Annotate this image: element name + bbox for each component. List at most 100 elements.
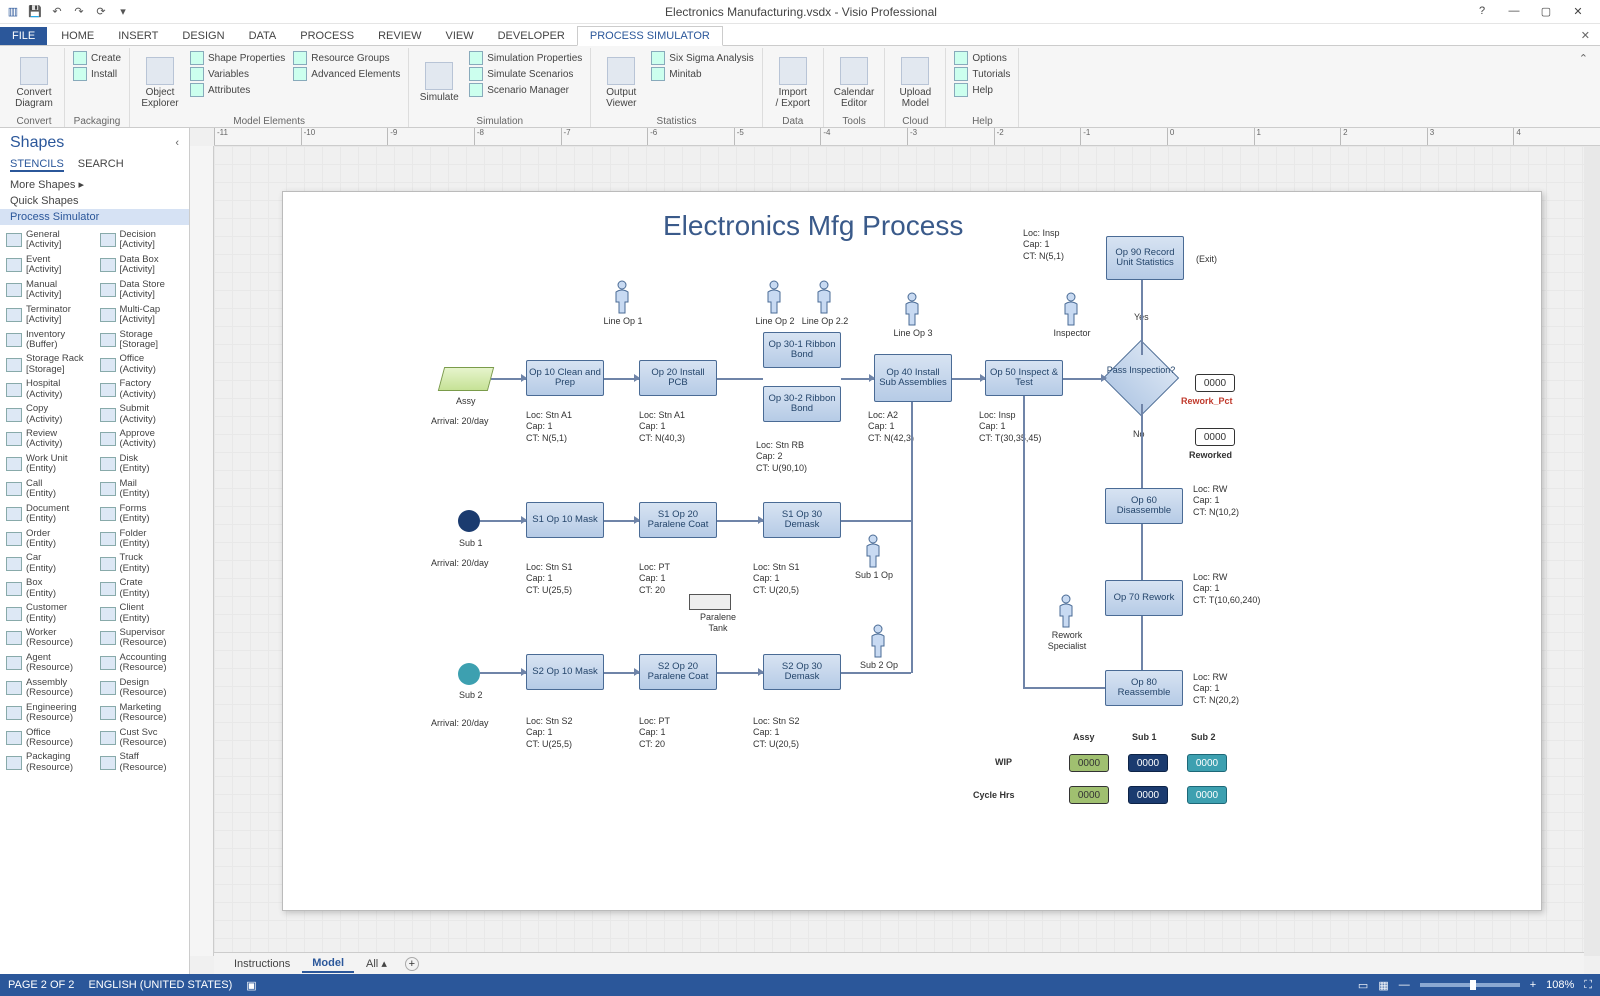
shape-multi-cap-activity-[interactable]: Multi-Cap[Activity]	[100, 304, 184, 327]
shape-cust-svc-resource-[interactable]: Cust Svc(Resource)	[100, 727, 184, 750]
shape-client-entity-[interactable]: Client(Entity)	[100, 602, 184, 625]
zoom-level[interactable]: 108%	[1546, 979, 1574, 991]
op60-box[interactable]: Op 60 Disassemble	[1105, 488, 1183, 524]
btn-options[interactable]: Options	[952, 50, 1012, 66]
pass-inspection-decision[interactable]: Pass Inspection?	[1103, 354, 1179, 402]
operator-line2[interactable]	[763, 280, 785, 314]
shape-hospital-activity-[interactable]: Hospital(Activity)	[6, 378, 90, 401]
btn-simulation-properties[interactable]: Simulation Properties	[467, 50, 584, 66]
operator-line3[interactable]	[901, 292, 923, 326]
fit-window-icon[interactable]: ⛶	[1584, 979, 1592, 992]
view-presentation-icon[interactable]: ▭	[1358, 979, 1368, 992]
op70-box[interactable]: Op 70 Rework	[1105, 580, 1183, 616]
btn-variables[interactable]: Variables	[188, 66, 287, 82]
btn-convert-diagram[interactable]: ConvertDiagram	[10, 50, 58, 115]
shape-forms-entity-[interactable]: Forms(Entity)	[100, 503, 184, 526]
shape-work-unit-entity-[interactable]: Work Unit(Entity)	[6, 453, 90, 476]
sub1-shape[interactable]	[458, 510, 480, 532]
shape-mail-entity-[interactable]: Mail(Entity)	[100, 478, 184, 501]
close-icon[interactable]: ✕	[1566, 5, 1590, 18]
btn-install[interactable]: Install	[71, 66, 123, 82]
shape-inventory-buffer-[interactable]: Inventory(Buffer)	[6, 329, 90, 352]
op40-box[interactable]: Op 40 Install Sub Assemblies	[874, 354, 952, 402]
op10-box[interactable]: Op 10 Clean and Prep	[526, 360, 604, 396]
btn-help[interactable]: Help	[952, 82, 1012, 98]
shape-terminator-activity-[interactable]: Terminator[Activity]	[6, 304, 90, 327]
operator-inspector[interactable]	[1060, 292, 1082, 326]
tab-process-simulator[interactable]: PROCESS SIMULATOR	[577, 26, 723, 46]
btn-output-viewer[interactable]: OutputViewer	[597, 50, 645, 115]
shape-packaging-resource-[interactable]: Packaging(Resource)	[6, 751, 90, 774]
btn-create[interactable]: Create	[71, 50, 123, 66]
undo-icon[interactable]: ↶	[48, 3, 66, 21]
shape-factory-activity-[interactable]: Factory(Activity)	[100, 378, 184, 401]
refresh-icon[interactable]: ⟳	[92, 3, 110, 21]
customize-icon[interactable]: ▾	[114, 3, 132, 21]
shape-decision-activity-[interactable]: Decision[Activity]	[100, 229, 184, 252]
shape-document-entity-[interactable]: Document(Entity)	[6, 503, 90, 526]
tab-view[interactable]: VIEW	[433, 27, 485, 45]
tab-developer[interactable]: DEVELOPER	[486, 27, 577, 45]
op90-box[interactable]: Op 90 Record Unit Statistics	[1106, 236, 1184, 280]
view-normal-icon[interactable]: ▦	[1378, 979, 1388, 992]
drawing-canvas[interactable]: Electronics Mfg Process Assy Arrival: 20…	[214, 146, 1584, 956]
s1op30-box[interactable]: S1 Op 30 Demask	[763, 502, 841, 538]
shape-review-activity-[interactable]: Review(Activity)	[6, 428, 90, 451]
shape-call-entity-[interactable]: Call(Entity)	[6, 478, 90, 501]
btn-simulate[interactable]: Simulate	[415, 50, 463, 115]
shape-submit-activity-[interactable]: Submit(Activity)	[100, 403, 184, 426]
maximize-icon[interactable]: ▢	[1534, 5, 1558, 18]
sheet-all[interactable]: All ▴	[356, 955, 397, 972]
s1op10-box[interactable]: S1 Op 10 Mask	[526, 502, 604, 538]
assy-shape[interactable]	[438, 367, 494, 391]
shape-staff-resource-[interactable]: Staff(Resource)	[100, 751, 184, 774]
btn-scenario-manager[interactable]: Scenario Manager	[467, 82, 584, 98]
shape-crate-entity-[interactable]: Crate(Entity)	[100, 577, 184, 600]
sheet-model[interactable]: Model	[302, 955, 354, 973]
quick-shapes[interactable]: Quick Shapes	[0, 193, 189, 209]
sheet-instructions[interactable]: Instructions	[224, 956, 300, 972]
shape-accounting-resource-[interactable]: Accounting(Resource)	[100, 652, 184, 675]
btn-tutorials[interactable]: Tutorials	[952, 66, 1012, 82]
s2op30-box[interactable]: S2 Op 30 Demask	[763, 654, 841, 690]
shape-manual-activity-[interactable]: Manual[Activity]	[6, 279, 90, 302]
macro-icon[interactable]: ▣	[246, 979, 256, 992]
shape-agent-resource-[interactable]: Agent(Resource)	[6, 652, 90, 675]
tab-file[interactable]: FILE	[0, 27, 47, 45]
tab-insert[interactable]: INSERT	[106, 27, 170, 45]
redo-icon[interactable]: ↷	[70, 3, 88, 21]
btn-six-sigma-analysis[interactable]: Six Sigma Analysis	[649, 50, 755, 66]
tab-home[interactable]: HOME	[49, 27, 106, 45]
tab-data[interactable]: DATA	[237, 27, 289, 45]
shape-data-store-activity-[interactable]: Data Store[Activity]	[100, 279, 184, 302]
op30-1-box[interactable]: Op 30-1 Ribbon Bond	[763, 332, 841, 368]
shape-storage-storage-[interactable]: Storage[Storage]	[100, 329, 184, 352]
shape-storage-rack-storage-[interactable]: Storage Rack[Storage]	[6, 353, 90, 376]
zoom-slider[interactable]	[1420, 983, 1520, 987]
shape-design-resource-[interactable]: Design(Resource)	[100, 677, 184, 700]
scrollbar-vertical[interactable]	[1584, 146, 1600, 956]
tab-close-icon[interactable]: ✕	[1571, 26, 1600, 45]
shape-approve-activity-[interactable]: Approve(Activity)	[100, 428, 184, 451]
shape-office-activity-[interactable]: Office(Activity)	[100, 353, 184, 376]
btn-import-export[interactable]: Import/ Export	[769, 50, 817, 115]
paralene-tank-shape[interactable]	[689, 594, 731, 610]
shape-disk-entity-[interactable]: Disk(Entity)	[100, 453, 184, 476]
operator-rework[interactable]	[1055, 594, 1077, 628]
shape-assembly-resource-[interactable]: Assembly(Resource)	[6, 677, 90, 700]
shape-car-entity-[interactable]: Car(Entity)	[6, 552, 90, 575]
shape-marketing-resource-[interactable]: Marketing(Resource)	[100, 702, 184, 725]
op50-box[interactable]: Op 50 Inspect & Test	[985, 360, 1063, 396]
btn-advanced-elements[interactable]: Advanced Elements	[291, 66, 402, 82]
shape-truck-entity-[interactable]: Truck(Entity)	[100, 552, 184, 575]
s2op20-box[interactable]: S2 Op 20 Paralene Coat	[639, 654, 717, 690]
btn-upload-model[interactable]: UploadModel	[891, 50, 939, 115]
shape-worker-resource-[interactable]: Worker(Resource)	[6, 627, 90, 650]
help-icon[interactable]: ?	[1470, 5, 1494, 18]
tab-review[interactable]: REVIEW	[366, 27, 433, 45]
sub2-shape[interactable]	[458, 663, 480, 685]
operator-sub2op[interactable]	[867, 624, 889, 658]
tab-design[interactable]: DESIGN	[170, 27, 236, 45]
shape-copy-activity-[interactable]: Copy(Activity)	[6, 403, 90, 426]
shape-order-entity-[interactable]: Order(Entity)	[6, 528, 90, 551]
